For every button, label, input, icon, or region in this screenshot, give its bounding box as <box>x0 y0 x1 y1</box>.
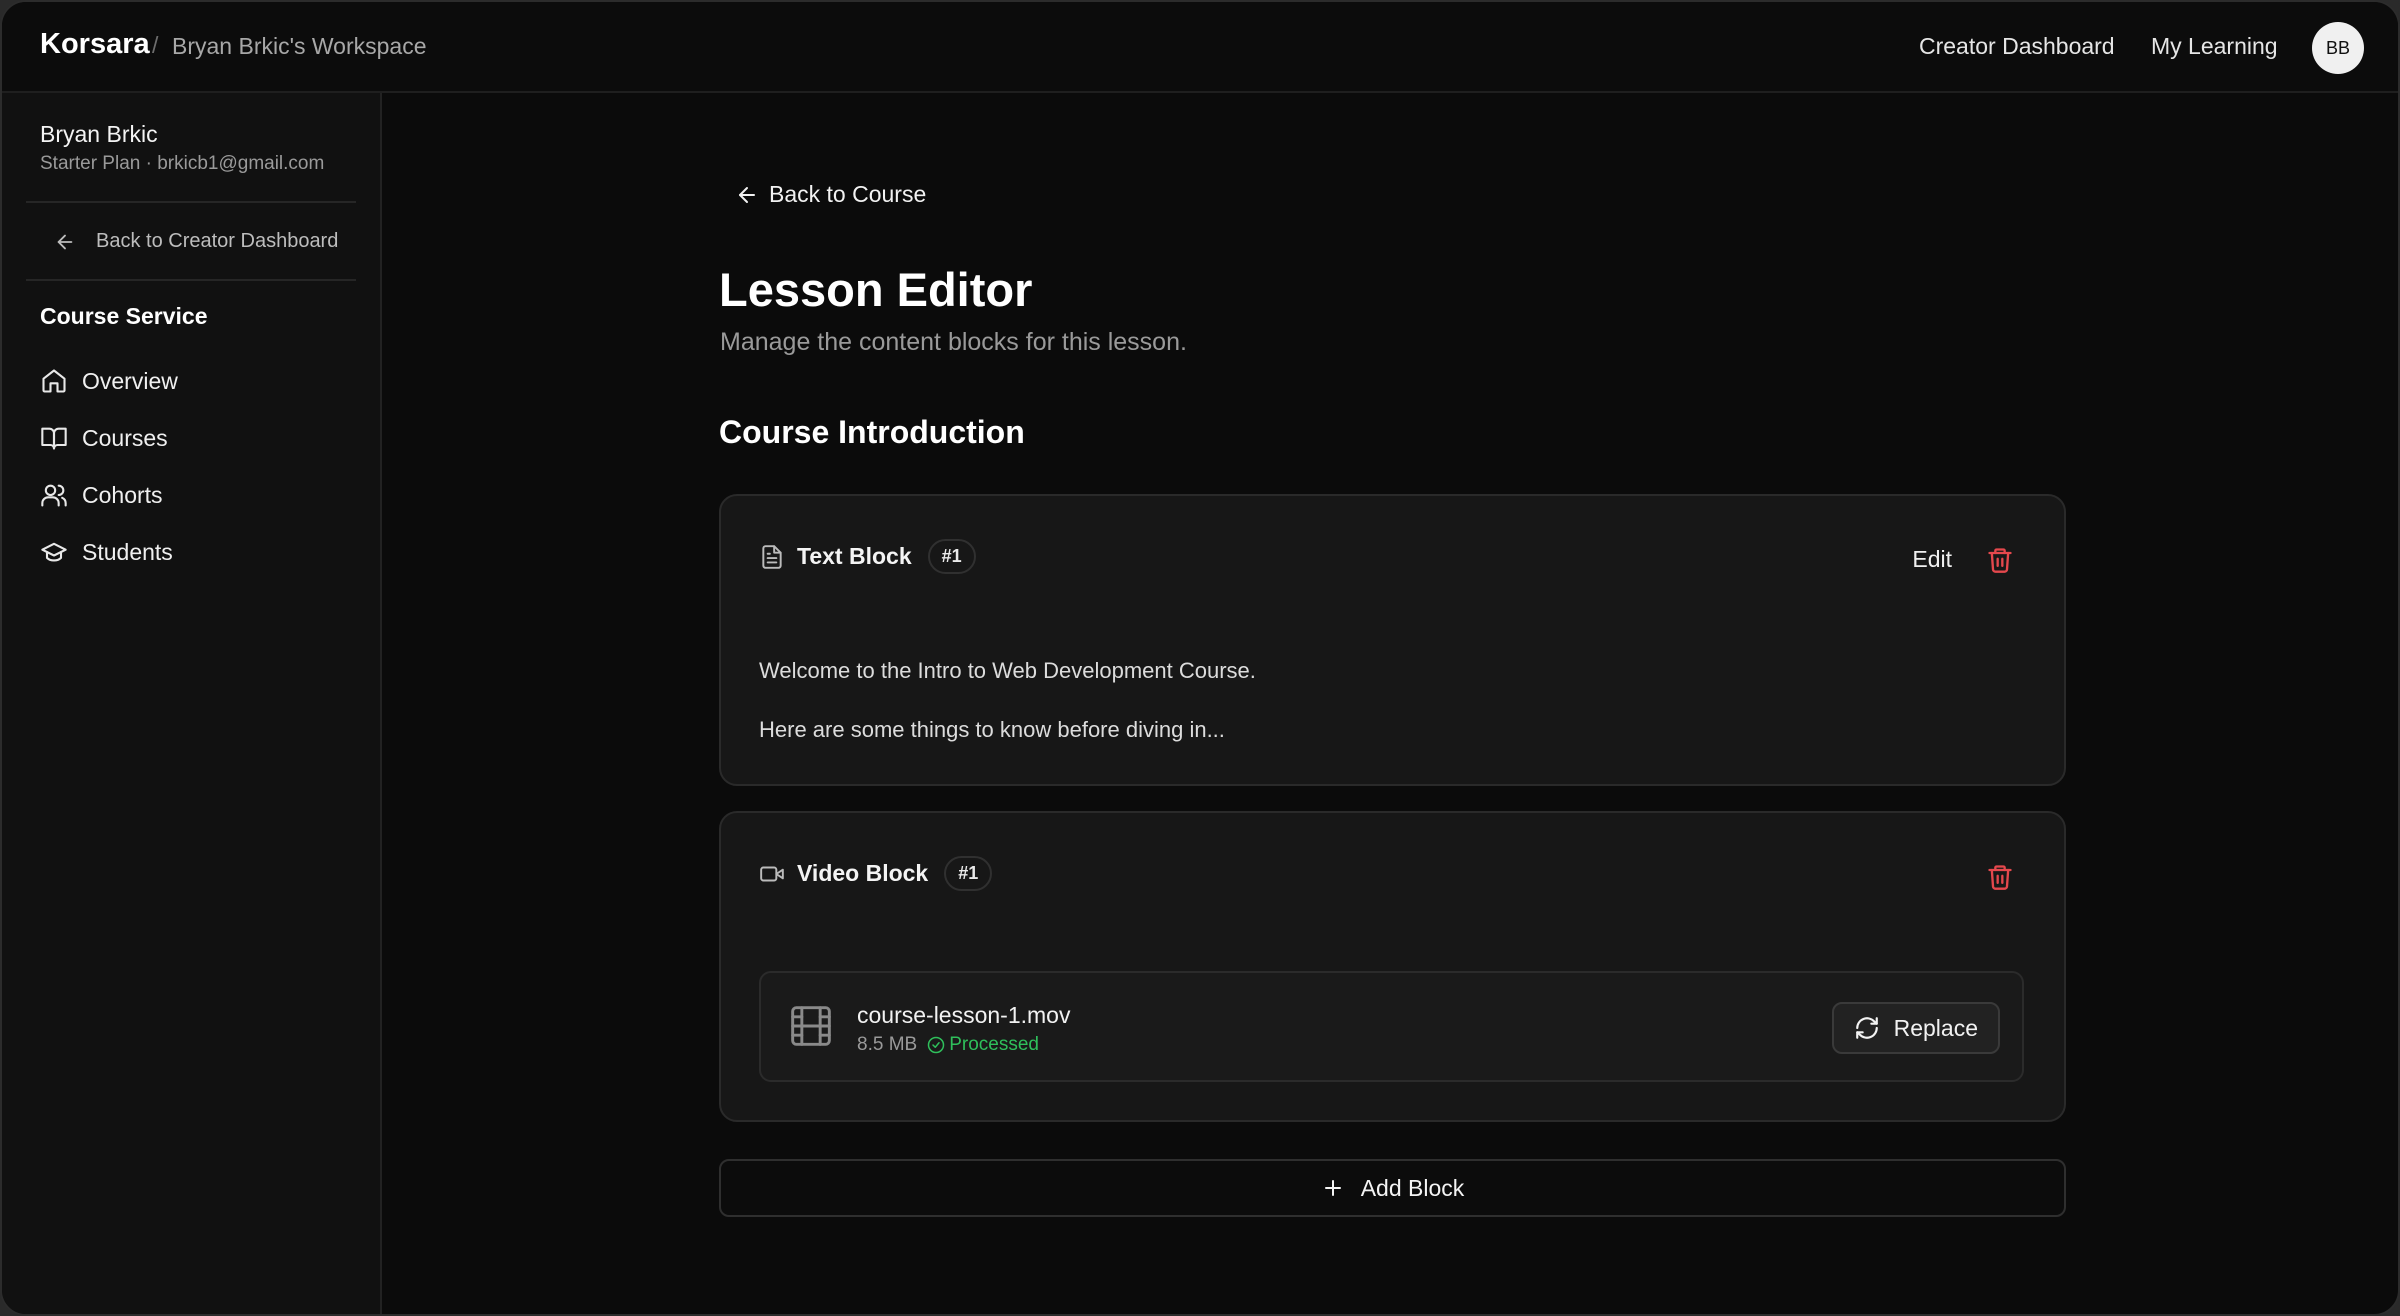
video-file-row: course-lesson-1.mov 8.5 MB Processed Rep… <box>759 971 2024 1082</box>
file-size: 8.5 MB <box>857 1034 918 1055</box>
home-icon <box>42 369 66 393</box>
sidebar-item-students[interactable]: Students <box>40 538 173 566</box>
graduation-cap-icon <box>41 542 67 562</box>
users-icon <box>41 484 67 507</box>
refresh-icon <box>1855 1017 1878 1039</box>
add-block-label: Add Block <box>1360 1174 1465 1201</box>
sidebar-item-label: Courses <box>82 424 168 451</box>
back-to-course-label: Back to Course <box>769 181 927 207</box>
check-circle-icon <box>927 1036 945 1054</box>
text-block-line: Here are some things to know before divi… <box>759 717 1225 742</box>
trash-icon[interactable] <box>1986 863 2014 891</box>
sidebar-item-label: Overview <box>82 367 178 394</box>
back-to-creator-dashboard-link[interactable]: Back to Creator Dashboard <box>54 230 338 253</box>
arrow-left-icon <box>739 186 755 203</box>
add-block-button[interactable]: Add Block <box>719 1159 2066 1217</box>
video-block-header: Video Block #1 <box>759 856 993 891</box>
sidebar-item-overview[interactable]: Overview <box>40 367 178 395</box>
edit-button[interactable]: Edit <box>1912 546 1952 573</box>
status-badge: Processed <box>927 1034 1039 1056</box>
sidebar-item-courses[interactable]: Courses <box>40 424 168 452</box>
sidebar-item-label: Students <box>82 538 173 565</box>
nav-my-learning[interactable]: My Learning <box>2151 33 2278 60</box>
replace-label: Replace <box>1893 1014 1978 1041</box>
text-block-header: Text Block #1 <box>759 539 976 574</box>
brand-logo[interactable]: Korsara <box>40 28 150 61</box>
sidebar-divider <box>26 279 356 281</box>
file-text-icon <box>762 544 782 569</box>
sidebar-section-title: Course Service <box>40 303 208 329</box>
plus-icon <box>1324 1180 1341 1196</box>
app-window: Korsara / Bryan Brkic's Workspace Creato… <box>0 0 2400 1316</box>
file-meta: 8.5 MB Processed <box>857 1034 1039 1056</box>
sidebar: Bryan Brkic Starter Plan · brkicb1@gmail… <box>2 93 382 1314</box>
video-block-title: Video Block <box>797 860 929 886</box>
text-block-line: Welcome to the Intro to Web Development … <box>759 658 1256 683</box>
workspace-name[interactable]: Bryan Brkic's Workspace <box>172 33 426 60</box>
lesson-title: Course Introduction <box>719 414 1025 450</box>
block-order-badge: #1 <box>944 856 993 891</box>
top-bar: Korsara / Bryan Brkic's Workspace Creato… <box>2 2 2398 93</box>
arrow-left-icon <box>57 234 73 249</box>
status-label: Processed <box>949 1034 1039 1055</box>
sidebar-item-cohorts[interactable]: Cohorts <box>40 481 163 509</box>
trash-icon[interactable] <box>1986 546 2014 574</box>
avatar[interactable]: BB <box>2312 22 2364 74</box>
breadcrumb-separator: / <box>152 32 159 58</box>
text-block-title: Text Block <box>797 543 912 569</box>
sidebar-item-label: Cohorts <box>82 481 163 508</box>
sidebar-divider <box>26 201 356 203</box>
replace-button[interactable]: Replace <box>1831 1002 2000 1054</box>
book-open-icon <box>41 427 67 450</box>
film-icon <box>791 1006 831 1046</box>
video-block-card: Video Block #1 course-lesson-1.mov 8.5 M… <box>719 811 2066 1122</box>
user-plan-email: Starter Plan · brkicb1@gmail.com <box>40 153 325 174</box>
page-title: Lesson Editor <box>719 263 1033 316</box>
user-name: Bryan Brkic <box>40 121 158 147</box>
back-to-creator-dashboard-label: Back to Creator Dashboard <box>96 230 339 252</box>
page-subtitle: Manage the content blocks for this lesso… <box>720 328 1187 356</box>
file-name: course-lesson-1.mov <box>857 1002 1071 1028</box>
video-camera-icon <box>760 866 784 881</box>
back-to-course-link[interactable]: Back to Course <box>735 181 926 208</box>
text-block-card: Text Block #1 Edit Welcome to the Intro … <box>719 494 2066 786</box>
nav-creator-dashboard[interactable]: Creator Dashboard <box>1919 33 2115 60</box>
block-order-badge: #1 <box>927 539 976 574</box>
